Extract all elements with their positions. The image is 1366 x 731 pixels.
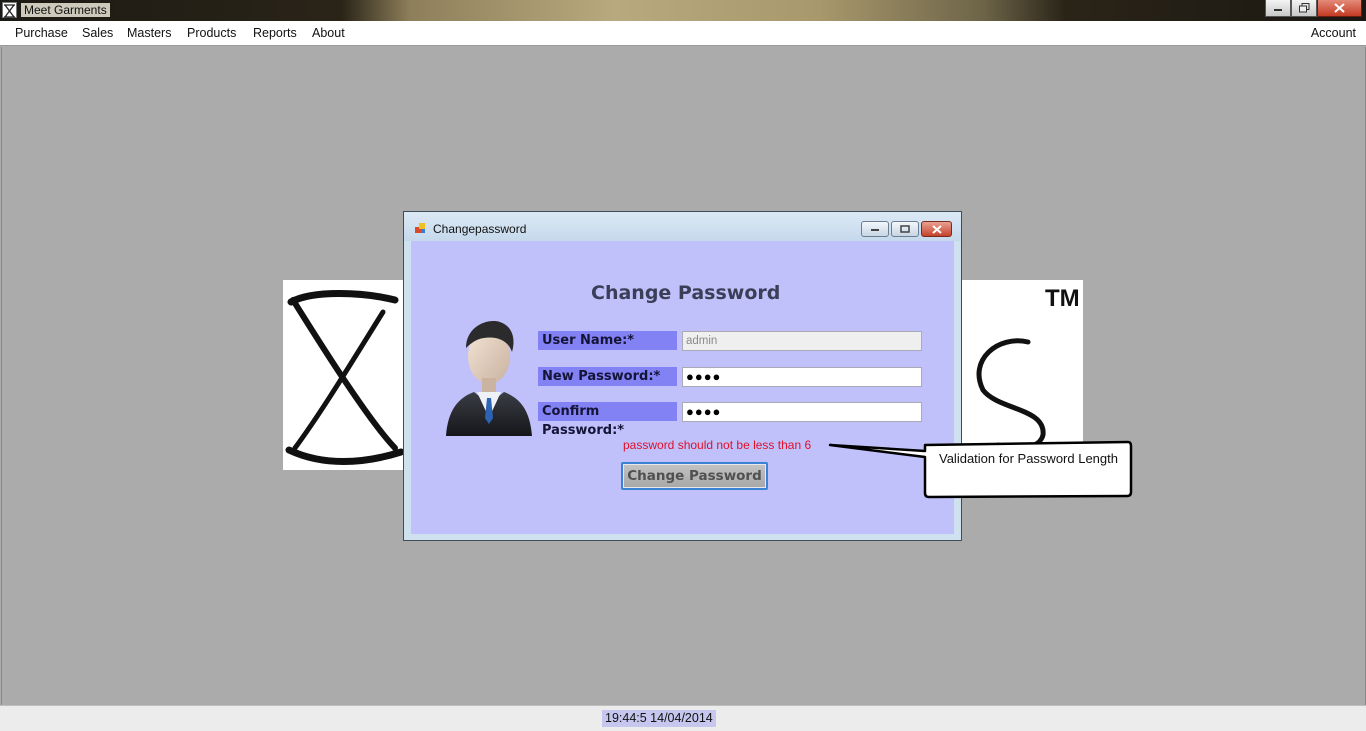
background-logo-left — [283, 280, 405, 470]
close-icon — [1334, 3, 1345, 13]
dialog-maximize-button[interactable] — [891, 221, 919, 237]
status-bar: 19:44:5 14/04/2014 — [0, 705, 1366, 731]
menu-sales[interactable]: Sales — [82, 26, 113, 40]
menu-reports[interactable]: Reports — [253, 26, 297, 40]
confirm-password-field[interactable]: ●●●● — [682, 402, 922, 422]
menu-masters[interactable]: Masters — [127, 26, 171, 40]
user-avatar-icon — [446, 321, 532, 436]
close-button[interactable] — [1317, 0, 1362, 17]
trademark-mark: TM — [1045, 285, 1080, 312]
minimize-button[interactable] — [1265, 0, 1291, 17]
menu-account[interactable]: Account — [1311, 26, 1356, 40]
app-titlebar: Meet Garments — [0, 0, 1366, 21]
status-datetime: 19:44:5 14/04/2014 — [602, 710, 716, 727]
change-password-button[interactable]: Change Password — [621, 462, 768, 490]
dialog-title: Changepassword — [433, 222, 527, 236]
menu-purchase[interactable]: Purchase — [15, 26, 68, 40]
minimize-icon — [1274, 9, 1282, 11]
menu-products[interactable]: Products — [187, 26, 236, 40]
app-title: Meet Garments — [21, 3, 110, 17]
restore-icon — [1298, 3, 1309, 13]
menu-bar: Purchase Sales Masters Products Reports … — [0, 21, 1366, 46]
dialog-close-button[interactable] — [921, 221, 952, 237]
dialog-app-icon — [415, 223, 425, 233]
new-password-label: New Password:* — [538, 367, 677, 386]
restore-button[interactable] — [1291, 0, 1317, 17]
dialog-titlebar[interactable]: Changepassword — [404, 212, 961, 241]
app-hourglass-icon — [2, 2, 17, 18]
dialog-heading: Change Password — [591, 282, 781, 304]
username-label: User Name:* — [538, 331, 677, 350]
window-controls — [1265, 0, 1362, 17]
confirm-password-label: Confirm Password:* — [538, 402, 677, 438]
maximize-icon — [900, 225, 910, 233]
username-field: admin — [682, 331, 922, 351]
new-password-field[interactable]: ●●●● — [682, 367, 922, 387]
password-length-error: password should not be less than 6 — [623, 438, 812, 452]
dialog-window-controls — [861, 221, 952, 237]
menu-about[interactable]: About — [312, 26, 345, 40]
dialog-minimize-button[interactable] — [861, 221, 889, 237]
callout-text: Validation for Password Length — [939, 451, 1118, 466]
close-icon — [931, 224, 942, 234]
minimize-icon — [871, 229, 879, 231]
